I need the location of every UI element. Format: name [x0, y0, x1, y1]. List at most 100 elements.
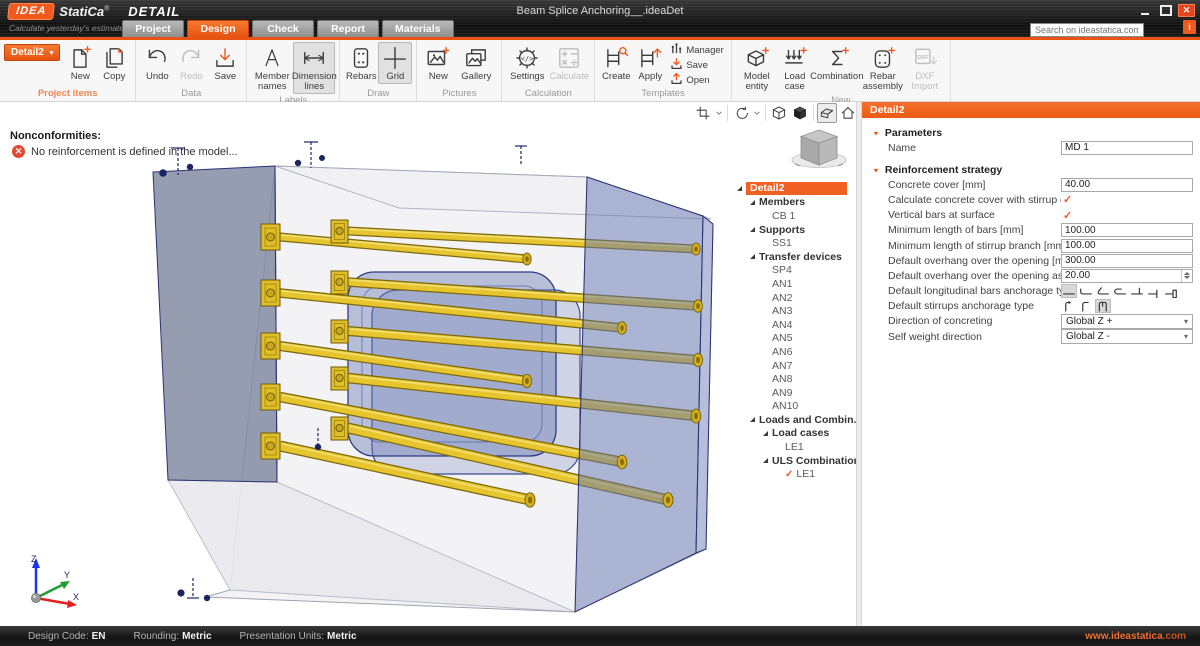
- home-view-icon[interactable]: [838, 103, 856, 123]
- create-button[interactable]: Create: [599, 42, 633, 84]
- navigation-cube[interactable]: [788, 124, 850, 170]
- param-spinner[interactable]: 20.00: [1061, 269, 1193, 283]
- rotate-view-icon[interactable]: [731, 103, 751, 123]
- anchorage-head-plate-icon[interactable]: [1163, 284, 1179, 298]
- rebars-button[interactable]: Rebars: [344, 42, 378, 84]
- expander-icon[interactable]: [750, 227, 755, 232]
- anchorage-bend-135-icon[interactable]: [1095, 284, 1111, 298]
- save-button[interactable]: Save: [208, 42, 242, 84]
- maximize-icon[interactable]: [1157, 4, 1174, 17]
- tree-item-le1[interactable]: LE1: [735, 440, 847, 454]
- grid-button[interactable]: Grid: [378, 42, 412, 84]
- nonconformity-message[interactable]: No reinforcement is defined in the model…: [31, 146, 238, 158]
- param-input[interactable]: [1061, 178, 1193, 192]
- tree-item-load-cases[interactable]: Load cases: [735, 427, 847, 441]
- checkbox-checked-icon[interactable]: ✓: [1061, 193, 1072, 206]
- active-detail-dropdown[interactable]: Detail2▾: [4, 44, 60, 61]
- info-button[interactable]: i: [1183, 20, 1196, 34]
- viewport-3d[interactable]: Nonconformities: ✕ No reinforcement is d…: [0, 102, 856, 626]
- copy-button[interactable]: Copy: [97, 42, 131, 84]
- open-button[interactable]: Open: [667, 73, 727, 87]
- param-input[interactable]: [1061, 141, 1193, 155]
- solid-cube-icon[interactable]: [790, 103, 810, 123]
- tree-item-an1[interactable]: AN1: [735, 277, 847, 291]
- anchorage-straight-icon[interactable]: [1061, 284, 1077, 298]
- tree-item-loads-and-combin-[interactable]: Loads and Combin...: [735, 413, 847, 427]
- anchorage-bend-180-icon[interactable]: [1112, 284, 1128, 298]
- dimension-lines-button[interactable]: Dimension lines: [293, 42, 335, 94]
- undo-button[interactable]: Undo: [140, 42, 174, 84]
- clip-plane-icon[interactable]: [817, 103, 837, 123]
- tree-item-transfer-devices[interactable]: Transfer devices: [735, 250, 847, 264]
- manager-button[interactable]: Manager: [667, 43, 727, 57]
- spinner-arrows-icon[interactable]: [1181, 270, 1192, 282]
- expander-icon[interactable]: [750, 200, 755, 205]
- tab-design[interactable]: Design: [187, 20, 249, 37]
- tab-project[interactable]: Project: [122, 20, 184, 37]
- rebar-assembly-button[interactable]: Rebar assembly: [862, 42, 904, 94]
- expander-icon[interactable]: [763, 458, 768, 463]
- caret-down-icon[interactable]: [714, 103, 724, 123]
- param-dropdown[interactable]: Global Z +▾: [1061, 314, 1193, 329]
- tab-report[interactable]: Report: [317, 20, 379, 37]
- website-link[interactable]: www.ideastatica.com: [1085, 631, 1186, 642]
- wireframe-cube-icon[interactable]: [769, 103, 789, 123]
- save-button[interactable]: Save: [667, 58, 727, 72]
- tree-item-an3[interactable]: AN3: [735, 304, 847, 318]
- stirrup-hook-90-icon[interactable]: [1078, 299, 1094, 313]
- param-input[interactable]: [1061, 254, 1193, 268]
- search-input[interactable]: [1030, 23, 1144, 37]
- button-label: Grid: [386, 72, 404, 82]
- tree-item-detail2[interactable]: Detail2: [735, 182, 847, 196]
- tree-item-an7[interactable]: AN7: [735, 359, 847, 373]
- tab-check[interactable]: Check: [252, 20, 314, 37]
- anchorage-perpendicular-icon[interactable]: [1129, 284, 1145, 298]
- tree-item-le1[interactable]: ✓LE1: [735, 467, 847, 481]
- crop-section-icon[interactable]: [693, 103, 713, 123]
- combination-button[interactable]: Combination: [812, 42, 862, 84]
- expander-icon[interactable]: [750, 417, 755, 422]
- left-support-wall[interactable]: [153, 166, 277, 482]
- model-entity-button[interactable]: Model entity: [736, 42, 778, 94]
- tree-item-an10[interactable]: AN10: [735, 400, 847, 414]
- stirrup-hook-135-icon[interactable]: [1061, 299, 1077, 313]
- settings-button[interactable]: </>Settings: [506, 42, 548, 84]
- param-dropdown[interactable]: Global Z -▾: [1061, 329, 1193, 344]
- right-end-wall[interactable]: [575, 177, 713, 612]
- load-case-button[interactable]: Load case: [778, 42, 812, 94]
- tree-item-sp4[interactable]: SP4: [735, 264, 847, 278]
- expander-icon[interactable]: [750, 254, 755, 259]
- new-button[interactable]: New: [63, 42, 97, 84]
- tree-item-uls-combinations[interactable]: ULS Combinations: [735, 454, 847, 468]
- section-header[interactable]: ▼Parameters: [862, 126, 1200, 140]
- tree-item-an4[interactable]: AN4: [735, 318, 847, 332]
- tab-materials[interactable]: Materials: [382, 20, 454, 37]
- param-input[interactable]: [1061, 223, 1193, 237]
- new-button[interactable]: New: [421, 42, 455, 84]
- minimize-icon[interactable]: [1136, 4, 1153, 17]
- tree-item-an9[interactable]: AN9: [735, 386, 847, 400]
- apply-button[interactable]: Apply: [633, 42, 667, 84]
- stirrup-closed-icon[interactable]: [1095, 299, 1111, 313]
- tree-item-ss1[interactable]: SS1: [735, 236, 847, 250]
- button-label: Rebars: [346, 72, 377, 82]
- tree-item-an5[interactable]: AN5: [735, 332, 847, 346]
- caret-down-icon[interactable]: [752, 103, 762, 123]
- close-icon[interactable]: [1178, 4, 1195, 17]
- tree-item-an2[interactable]: AN2: [735, 291, 847, 305]
- member-names-button[interactable]: Member names: [251, 42, 293, 94]
- tree-item-an6[interactable]: AN6: [735, 345, 847, 359]
- tree-item-supports[interactable]: Supports: [735, 223, 847, 237]
- expander-icon[interactable]: [763, 431, 768, 436]
- checkbox-checked-icon[interactable]: ✓: [1061, 209, 1072, 222]
- ribbon-group-project-items: Detail2▾NewCopyProject items: [0, 40, 136, 101]
- param-input[interactable]: [1061, 239, 1193, 253]
- tree-item-members[interactable]: Members: [735, 196, 847, 210]
- tree-item-an8[interactable]: AN8: [735, 372, 847, 386]
- tree-item-cb-1[interactable]: CB 1: [735, 209, 847, 223]
- gallery-button[interactable]: Gallery: [455, 42, 497, 84]
- anchorage-bend-90-icon[interactable]: [1078, 284, 1094, 298]
- anchorage-head-icon[interactable]: [1146, 284, 1162, 298]
- section-header[interactable]: ▼Reinforcement strategy: [862, 163, 1200, 177]
- expander-icon[interactable]: [737, 186, 742, 191]
